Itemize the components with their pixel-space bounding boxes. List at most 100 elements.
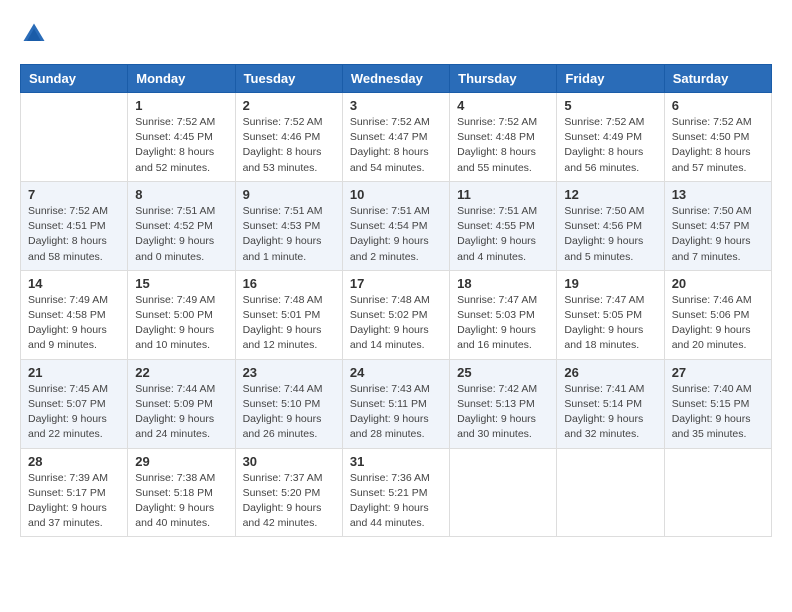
calendar-cell: 1 Sunrise: 7:52 AMSunset: 4:45 PMDaylight… (128, 93, 235, 182)
header-monday: Monday (128, 65, 235, 93)
day-number: 1 (135, 98, 227, 113)
day-number: 24 (350, 365, 442, 380)
calendar-cell: 13 Sunrise: 7:50 AMSunset: 4:57 PMDayligh… (664, 181, 771, 270)
calendar-cell: 30Sunrise: 7:37 AMSunset: 5:20 PMDayligh… (235, 448, 342, 537)
day-number: 21 (28, 365, 120, 380)
calendar-cell: 27 Sunrise: 7:40 AMSunset: 5:15 PMDayligh… (664, 359, 771, 448)
header-saturday: Saturday (664, 65, 771, 93)
day-number: 23 (243, 365, 335, 380)
day-info: Sunrise: 7:52 AMSunset: 4:45 PMDaylight:… (135, 115, 227, 176)
header-friday: Friday (557, 65, 664, 93)
day-number: 14 (28, 276, 120, 291)
day-info: Sunrise: 7:48 AMSunset: 5:01 PMDaylight:… (243, 293, 335, 354)
day-number: 27 (672, 365, 764, 380)
calendar-header-row: SundayMondayTuesdayWednesdayThursdayFrid… (21, 65, 772, 93)
calendar-cell: 29 Sunrise: 7:38 AMSunset: 5:18 PMDayligh… (128, 448, 235, 537)
day-info: Sunrise: 7:40 AMSunset: 5:15 PMDaylight:… (672, 382, 764, 443)
calendar-cell: 6 Sunrise: 7:52 AMSunset: 4:50 PMDaylight… (664, 93, 771, 182)
day-info: Sunrise: 7:37 AMSunset: 5:20 PMDaylight:… (243, 471, 335, 532)
calendar-cell: 26 Sunrise: 7:41 AMSunset: 5:14 PMDayligh… (557, 359, 664, 448)
calendar-cell: 18 Sunrise: 7:47 AMSunset: 5:03 PMDayligh… (450, 270, 557, 359)
day-info: Sunrise: 7:52 AMSunset: 4:50 PMDaylight:… (672, 115, 764, 176)
day-number: 29 (135, 454, 227, 469)
day-number: 25 (457, 365, 549, 380)
day-number: 20 (672, 276, 764, 291)
header-wednesday: Wednesday (342, 65, 449, 93)
day-info: Sunrise: 7:46 AMSunset: 5:06 PMDaylight:… (672, 293, 764, 354)
day-number: 16 (243, 276, 335, 291)
day-info: Sunrise: 7:49 AMSunset: 5:00 PMDaylight:… (135, 293, 227, 354)
day-info: Sunrise: 7:47 AMSunset: 5:03 PMDaylight:… (457, 293, 549, 354)
calendar-cell: 12Sunrise: 7:50 AMSunset: 4:56 PMDayligh… (557, 181, 664, 270)
day-info: Sunrise: 7:38 AMSunset: 5:18 PMDaylight:… (135, 471, 227, 532)
calendar-cell: 3 Sunrise: 7:52 AMSunset: 4:47 PMDaylight… (342, 93, 449, 182)
calendar-cell: 31 Sunrise: 7:36 AMSunset: 5:21 PMDayligh… (342, 448, 449, 537)
calendar-cell: 24 Sunrise: 7:43 AMSunset: 5:11 PMDayligh… (342, 359, 449, 448)
day-info: Sunrise: 7:49 AMSunset: 4:58 PMDaylight:… (28, 293, 120, 354)
calendar-cell (557, 448, 664, 537)
calendar-cell: 16 Sunrise: 7:48 AMSunset: 5:01 PMDayligh… (235, 270, 342, 359)
header-sunday: Sunday (21, 65, 128, 93)
day-info: Sunrise: 7:41 AMSunset: 5:14 PMDaylight:… (564, 382, 656, 443)
calendar-cell: 25Sunrise: 7:42 AMSunset: 5:13 PMDayligh… (450, 359, 557, 448)
day-info: Sunrise: 7:52 AMSunset: 4:51 PMDaylight:… (28, 204, 120, 265)
day-info: Sunrise: 7:52 AMSunset: 4:47 PMDaylight:… (350, 115, 442, 176)
calendar-cell: 20 Sunrise: 7:46 AMSunset: 5:06 PMDayligh… (664, 270, 771, 359)
day-info: Sunrise: 7:36 AMSunset: 5:21 PMDaylight:… (350, 471, 442, 532)
day-number: 13 (672, 187, 764, 202)
day-number: 5 (564, 98, 656, 113)
day-number: 11 (457, 187, 549, 202)
day-info: Sunrise: 7:51 AMSunset: 4:54 PMDaylight:… (350, 204, 442, 265)
calendar-cell (21, 93, 128, 182)
calendar-cell (664, 448, 771, 537)
calendar-cell: 17 Sunrise: 7:48 AMSunset: 5:02 PMDayligh… (342, 270, 449, 359)
day-number: 26 (564, 365, 656, 380)
day-info: Sunrise: 7:39 AMSunset: 5:17 PMDaylight:… (28, 471, 120, 532)
calendar-week-row: 14 Sunrise: 7:49 AMSunset: 4:58 PMDayligh… (21, 270, 772, 359)
calendar-cell: 5 Sunrise: 7:52 AMSunset: 4:49 PMDaylight… (557, 93, 664, 182)
calendar-cell: 10 Sunrise: 7:51 AMSunset: 4:54 PMDayligh… (342, 181, 449, 270)
day-number: 31 (350, 454, 442, 469)
calendar-cell: 4Sunrise: 7:52 AMSunset: 4:48 PMDaylight… (450, 93, 557, 182)
day-number: 19 (564, 276, 656, 291)
header-tuesday: Tuesday (235, 65, 342, 93)
logo-icon (20, 20, 48, 48)
day-number: 18 (457, 276, 549, 291)
day-number: 2 (243, 98, 335, 113)
day-number: 6 (672, 98, 764, 113)
day-info: Sunrise: 7:52 AMSunset: 4:48 PMDaylight:… (457, 115, 549, 176)
calendar-week-row: 1 Sunrise: 7:52 AMSunset: 4:45 PMDaylight… (21, 93, 772, 182)
calendar-table: SundayMondayTuesdayWednesdayThursdayFrid… (20, 64, 772, 537)
day-info: Sunrise: 7:44 AMSunset: 5:09 PMDaylight:… (135, 382, 227, 443)
day-number: 28 (28, 454, 120, 469)
day-info: Sunrise: 7:50 AMSunset: 4:57 PMDaylight:… (672, 204, 764, 265)
day-number: 10 (350, 187, 442, 202)
calendar-cell: 9Sunrise: 7:51 AMSunset: 4:53 PMDaylight… (235, 181, 342, 270)
day-info: Sunrise: 7:51 AMSunset: 4:52 PMDaylight:… (135, 204, 227, 265)
day-number: 15 (135, 276, 227, 291)
day-info: Sunrise: 7:43 AMSunset: 5:11 PMDaylight:… (350, 382, 442, 443)
day-info: Sunrise: 7:51 AMSunset: 4:55 PMDaylight:… (457, 204, 549, 265)
calendar-cell: 22 Sunrise: 7:44 AMSunset: 5:09 PMDayligh… (128, 359, 235, 448)
logo (20, 20, 52, 48)
day-info: Sunrise: 7:52 AMSunset: 4:46 PMDaylight:… (243, 115, 335, 176)
day-info: Sunrise: 7:52 AMSunset: 4:49 PMDaylight:… (564, 115, 656, 176)
day-info: Sunrise: 7:48 AMSunset: 5:02 PMDaylight:… (350, 293, 442, 354)
calendar-cell: 8 Sunrise: 7:51 AMSunset: 4:52 PMDaylight… (128, 181, 235, 270)
calendar-cell: 11 Sunrise: 7:51 AMSunset: 4:55 PMDayligh… (450, 181, 557, 270)
day-info: Sunrise: 7:45 AMSunset: 5:07 PMDaylight:… (28, 382, 120, 443)
calendar-cell: 14 Sunrise: 7:49 AMSunset: 4:58 PMDayligh… (21, 270, 128, 359)
calendar-week-row: 28 Sunrise: 7:39 AMSunset: 5:17 PMDayligh… (21, 448, 772, 537)
day-number: 22 (135, 365, 227, 380)
day-number: 3 (350, 98, 442, 113)
day-number: 8 (135, 187, 227, 202)
day-number: 12 (564, 187, 656, 202)
calendar-cell (450, 448, 557, 537)
day-number: 7 (28, 187, 120, 202)
calendar-week-row: 21 Sunrise: 7:45 AMSunset: 5:07 PMDayligh… (21, 359, 772, 448)
day-number: 17 (350, 276, 442, 291)
calendar-cell: 2 Sunrise: 7:52 AMSunset: 4:46 PMDaylight… (235, 93, 342, 182)
calendar-cell: 21 Sunrise: 7:45 AMSunset: 5:07 PMDayligh… (21, 359, 128, 448)
calendar-cell: 15 Sunrise: 7:49 AMSunset: 5:00 PMDayligh… (128, 270, 235, 359)
calendar-cell: 7 Sunrise: 7:52 AMSunset: 4:51 PMDaylight… (21, 181, 128, 270)
